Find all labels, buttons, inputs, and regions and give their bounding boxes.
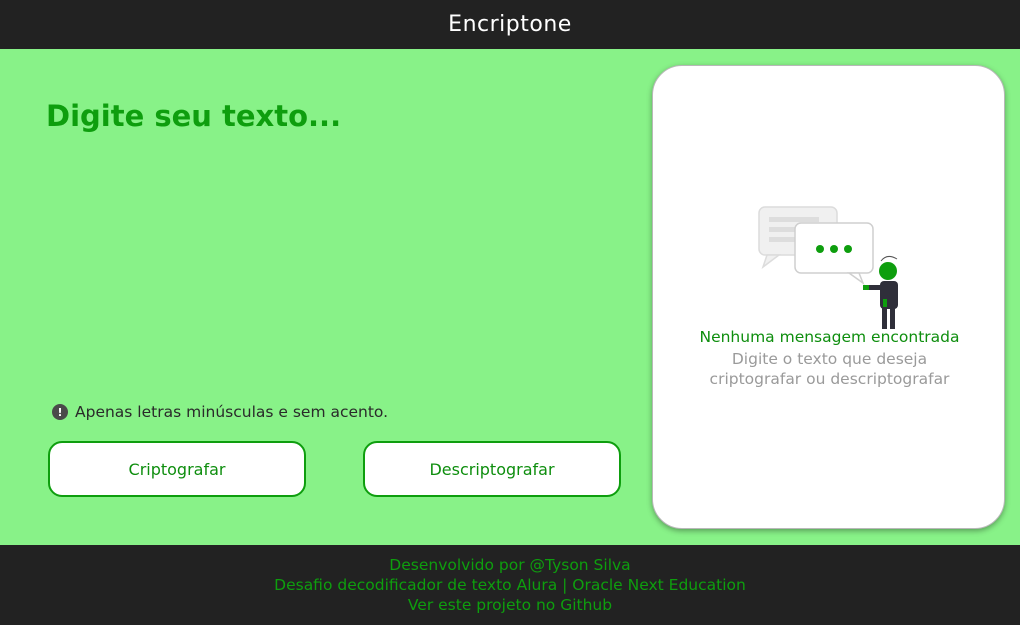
app-footer: Desenvolvido por @Tyson Silva Desafio de… [0, 545, 1020, 625]
encrypt-button[interactable]: Criptografar [48, 441, 306, 497]
app-title: Encriptone [448, 12, 572, 37]
hint-text: Apenas letras minúsculas e sem acento. [75, 403, 389, 421]
footer-credit: Desenvolvido por @Tyson Silva [389, 556, 631, 574]
input-hint: ! Apenas letras minúsculas e sem acento. [52, 403, 388, 421]
decrypt-button[interactable]: Descriptografar [363, 441, 621, 497]
main-content: ! Apenas letras minúsculas e sem acento.… [0, 49, 1020, 545]
text-input[interactable] [46, 99, 621, 339]
exclamation-circle-icon: ! [52, 404, 68, 420]
footer-challenge: Desafio decodificador de texto Alura | O… [274, 576, 746, 594]
github-link[interactable]: Ver este projeto no Github [408, 596, 612, 614]
chat-bubbles-person-illustration [758, 206, 898, 329]
app-header: Encriptone [0, 0, 1020, 49]
empty-state-title: Nenhuma mensagem encontrada [699, 328, 960, 346]
output-panel: Nenhuma mensagem encontrada Digite o tex… [652, 65, 1005, 529]
empty-state-description: Digite o texto que deseja criptografar o… [709, 350, 950, 388]
